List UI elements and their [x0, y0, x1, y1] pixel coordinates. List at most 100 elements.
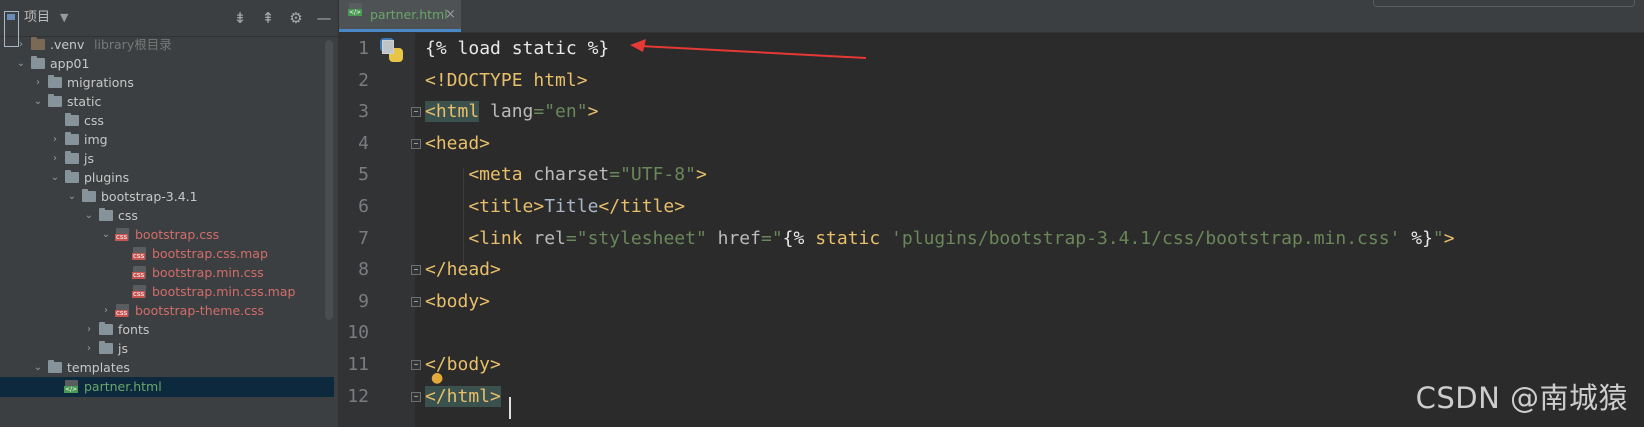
- tree-item[interactable]: ⌄ bootstrap.css: [0, 225, 334, 245]
- code-token: ": [1432, 227, 1444, 249]
- tree-item[interactable]: bootstrap.css.map: [0, 244, 334, 264]
- fold-marker-icon[interactable]: [411, 296, 421, 307]
- code-token: <head>: [425, 132, 491, 154]
- tree-item[interactable]: ⌄ plugins: [0, 168, 334, 188]
- chevron-down-icon[interactable]: ⌄: [101, 225, 111, 245]
- chevron-right-icon[interactable]: ›: [16, 35, 26, 55]
- line-number: 9: [358, 290, 369, 312]
- fold-marker-icon[interactable]: [411, 107, 421, 118]
- folder-icon: [82, 189, 96, 202]
- folder-icon: [65, 170, 79, 183]
- code-line[interactable]: <meta charset="UTF-8">: [425, 159, 706, 191]
- chevron-down-icon[interactable]: ⌄: [16, 54, 26, 74]
- code-token: 'plugins/bootstrap-3.4.1/css/bootstrap.m…: [880, 227, 1401, 249]
- html-file-icon: [64, 380, 79, 393]
- tree-item[interactable]: › js: [0, 149, 334, 169]
- tree-item[interactable]: ⌄ static: [0, 92, 334, 112]
- chevron-right-icon[interactable]: ›: [101, 301, 111, 321]
- tree-item-label: bootstrap-theme.css: [135, 303, 265, 318]
- close-tab-icon[interactable]: ×: [445, 0, 456, 30]
- editor-tab-bar: partner.html ×: [339, 0, 1644, 33]
- tree-item[interactable]: › migrations: [0, 73, 334, 93]
- chevron-right-icon[interactable]: ›: [50, 149, 60, 169]
- collapse-all-icon[interactable]: ⇞: [260, 0, 276, 36]
- css-file-icon: [132, 285, 146, 298]
- tree-item[interactable]: bootstrap.min.css: [0, 263, 334, 283]
- chevron-down-icon[interactable]: ⌄: [33, 358, 43, 378]
- tree-item[interactable]: › bootstrap-theme.css: [0, 301, 334, 321]
- minimize-icon[interactable]: —: [316, 0, 332, 36]
- tree-item-label: plugins: [84, 170, 130, 185]
- css-file-icon: [115, 228, 129, 241]
- chevron-down-icon[interactable]: ⌄: [84, 206, 94, 226]
- fold-marker-icon[interactable]: [411, 265, 421, 276]
- tree-item[interactable]: bootstrap.min.css.map: [0, 282, 334, 302]
- folder-icon: [48, 360, 62, 373]
- code-token: static: [815, 227, 881, 249]
- folder-icon: [65, 151, 79, 164]
- tab-label: partner.html: [370, 7, 448, 22]
- fold-marker-icon[interactable]: [411, 391, 421, 402]
- tree-item[interactable]: › img: [0, 130, 334, 150]
- code-line[interactable]: <body>: [425, 286, 490, 318]
- tree-item-label: templates: [67, 360, 130, 375]
- code-token: %}: [1400, 227, 1433, 249]
- chevron-right-icon[interactable]: ›: [50, 130, 60, 150]
- expand-all-icon[interactable]: ⇟: [232, 0, 248, 36]
- line-number: 10: [347, 322, 369, 344]
- code-line[interactable]: <html lang="en">: [425, 96, 598, 128]
- folder-icon: [99, 208, 113, 221]
- chevron-down-icon[interactable]: ⌄: [50, 168, 60, 188]
- code-editor[interactable]: {% load static %} <!DOCTYPE html> <html la…: [425, 33, 1644, 427]
- tree-item-label: bootstrap.css.map: [152, 246, 268, 261]
- tree-item[interactable]: css: [0, 111, 334, 131]
- code-token: href: [706, 227, 761, 249]
- chevron-down-icon[interactable]: ⌄: [67, 187, 77, 207]
- tab-partner-html[interactable]: partner.html ×: [339, 0, 461, 32]
- line-number: 1: [358, 38, 369, 59]
- chevron-right-icon[interactable]: ›: [84, 339, 94, 359]
- project-panel-title[interactable]: 项目: [24, 0, 50, 36]
- folder-icon: [48, 94, 62, 107]
- tree-item-label: .venv: [50, 37, 85, 52]
- css-file-icon: [132, 266, 146, 279]
- code-token: ="UTF-8": [609, 164, 696, 186]
- code-line[interactable]: <title>Title</title>: [425, 191, 685, 223]
- code-line[interactable]: <!DOCTYPE html>: [425, 65, 588, 97]
- line-number: 7: [358, 227, 369, 249]
- chevron-right-icon[interactable]: ›: [33, 73, 43, 93]
- fold-marker-icon[interactable]: [411, 138, 421, 149]
- gear-icon[interactable]: ⚙: [288, 0, 304, 36]
- chevron-down-icon[interactable]: ⌄: [33, 92, 43, 112]
- tree-item[interactable]: › js: [0, 339, 334, 359]
- tree-item-label: bootstrap.css: [135, 227, 220, 242]
- tree-item[interactable]: ⌄ css: [0, 206, 334, 226]
- tree-scrollbar[interactable]: [325, 40, 333, 320]
- fold-marker-icon[interactable]: [411, 360, 421, 370]
- chevron-right-icon[interactable]: ›: [84, 320, 94, 340]
- code-line[interactable]: </head>: [425, 254, 501, 286]
- tree-item[interactable]: › fonts: [0, 320, 334, 340]
- tree-item-label: app01: [50, 56, 90, 71]
- tree-item[interactable]: ⌄ app01: [0, 54, 334, 74]
- code-line[interactable]: <link rel="stylesheet" href="{% static '…: [425, 223, 1454, 255]
- tree-item-label: js: [84, 151, 94, 166]
- code-line[interactable]: {% load static %}: [425, 33, 609, 65]
- tree-item[interactable]: › .venv library根目录: [0, 35, 334, 55]
- tree-item[interactable]: ⌄ templates: [0, 358, 334, 378]
- tree-item[interactable]: ⌄ bootstrap-3.4.1: [0, 187, 334, 207]
- intention-bulb-icon[interactable]: ●: [431, 370, 443, 386]
- css-file-icon: [115, 304, 129, 317]
- project-view-dropdown-icon[interactable]: ▼: [60, 0, 68, 36]
- annotation-arrow: [630, 39, 867, 59]
- tree-item-label: css: [84, 113, 104, 128]
- tree-item[interactable]: partner.html: [0, 377, 334, 397]
- line-number: 11: [347, 354, 369, 375]
- line-number: 8: [358, 259, 369, 281]
- code-token: </head>: [425, 259, 501, 281]
- code-token: >: [587, 101, 599, 123]
- code-token: </title>: [598, 196, 686, 217]
- code-line[interactable]: <head>: [425, 128, 490, 160]
- python-template-icon[interactable]: [380, 38, 404, 64]
- line-number: 12: [347, 385, 369, 407]
